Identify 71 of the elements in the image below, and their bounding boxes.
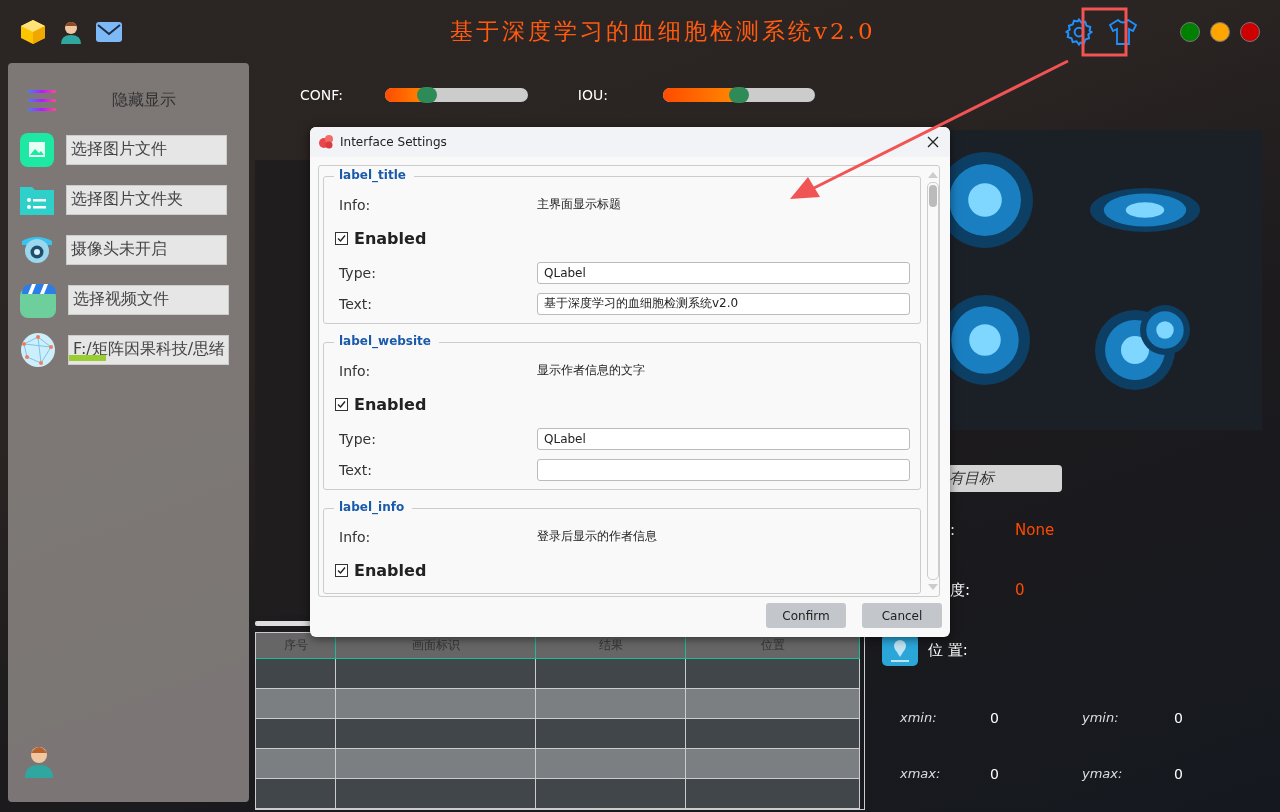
group-title: label_title <box>334 168 414 182</box>
check-icon <box>337 400 346 409</box>
slider-thumb[interactable] <box>729 87 750 103</box>
window-control[interactable] <box>1210 21 1230 42</box>
coord-value: 0 <box>1174 766 1184 782</box>
checkbox-label: Enabled <box>354 561 427 580</box>
input-field[interactable]: 基于深度学习的血细胞检测系统v2.0 <box>537 292 910 315</box>
input-field[interactable] <box>537 458 910 481</box>
coord-value: 0 <box>990 766 1000 782</box>
field-label: Type: <box>339 264 377 281</box>
checkbox[interactable] <box>335 564 348 577</box>
dialog-title: Interface Settings <box>340 135 447 149</box>
slider-label: IOU: <box>577 87 609 103</box>
confidence-value: 0 <box>1015 581 1025 599</box>
sidebar-button[interactable]: 选择图片文件夹 <box>66 185 227 215</box>
checkbox[interactable] <box>335 232 348 245</box>
path-field[interactable]: F:/矩阵因果科技/思绪 <box>68 335 229 365</box>
class-value: None <box>1015 521 1055 539</box>
checkbox[interactable] <box>335 398 348 411</box>
coord-label: xmax: <box>900 766 942 782</box>
mail-icon[interactable] <box>96 21 122 42</box>
field-label: Type: <box>339 430 377 447</box>
info-text: 登录后显示的作者信息 <box>537 528 657 545</box>
dialog-logo-icon <box>318 134 334 150</box>
window-control[interactable] <box>1180 21 1200 42</box>
cancel-button[interactable]: Cancel <box>862 603 942 628</box>
coord-value: 0 <box>990 710 1000 726</box>
info-text: 主界面显示标题 <box>537 196 621 213</box>
coord-label: ymin: <box>1082 710 1120 726</box>
class-label: : <box>950 521 957 539</box>
sidebar-button[interactable]: 选择视频文件 <box>68 285 229 315</box>
field-label: Info: <box>339 196 372 213</box>
slider-track[interactable] <box>385 88 528 102</box>
highlight-frame <box>1081 7 1128 57</box>
checkbox-label: Enabled <box>354 395 427 414</box>
group-title: label_info <box>334 500 413 514</box>
field-label: Text: <box>339 295 374 312</box>
sidebar-button[interactable]: 选择图片文件 <box>66 135 227 165</box>
info-text: 显示作者信息的文字 <box>537 362 645 379</box>
confidence-label: 度: <box>950 580 972 600</box>
coord-value: 0 <box>1174 710 1184 726</box>
user-icon[interactable] <box>60 19 82 44</box>
input-field[interactable]: QLabel <box>537 261 910 284</box>
checkbox-label: Enabled <box>354 229 427 248</box>
slider-label: CONF: <box>300 87 344 103</box>
scroll-track[interactable] <box>927 182 939 580</box>
cube-icon[interactable] <box>20 18 46 45</box>
slider-thumb[interactable] <box>416 87 437 103</box>
group-title: label_website <box>334 334 439 348</box>
shirt-icon[interactable] <box>1108 17 1138 46</box>
sidebar-button[interactable]: 摄像头未开启 <box>66 235 227 265</box>
avatar-icon[interactable] <box>24 744 54 778</box>
app-title: 基于深度学习的血细胞检测系统v2.0 <box>450 17 876 46</box>
settings-icon[interactable] <box>1064 16 1094 47</box>
coord-label: ymax: <box>1082 766 1124 782</box>
input-field[interactable]: QLabel <box>537 427 910 450</box>
globe-icon <box>20 332 56 368</box>
clapper-icon <box>20 282 56 318</box>
scroll-thumb[interactable] <box>929 185 937 207</box>
field-label: Info: <box>339 362 372 379</box>
position-label: 位 置: <box>928 640 969 660</box>
field-label: Text: <box>339 461 374 478</box>
slider-track[interactable] <box>663 88 815 102</box>
camera-icon <box>20 235 54 265</box>
field-label: Info: <box>339 528 372 545</box>
folder-icon <box>20 185 54 215</box>
confirm-button[interactable]: Confirm <box>766 603 846 628</box>
image-icon <box>20 133 54 167</box>
coord-label: xmin: <box>900 710 938 726</box>
check-icon <box>337 234 346 243</box>
check-icon <box>337 566 346 575</box>
